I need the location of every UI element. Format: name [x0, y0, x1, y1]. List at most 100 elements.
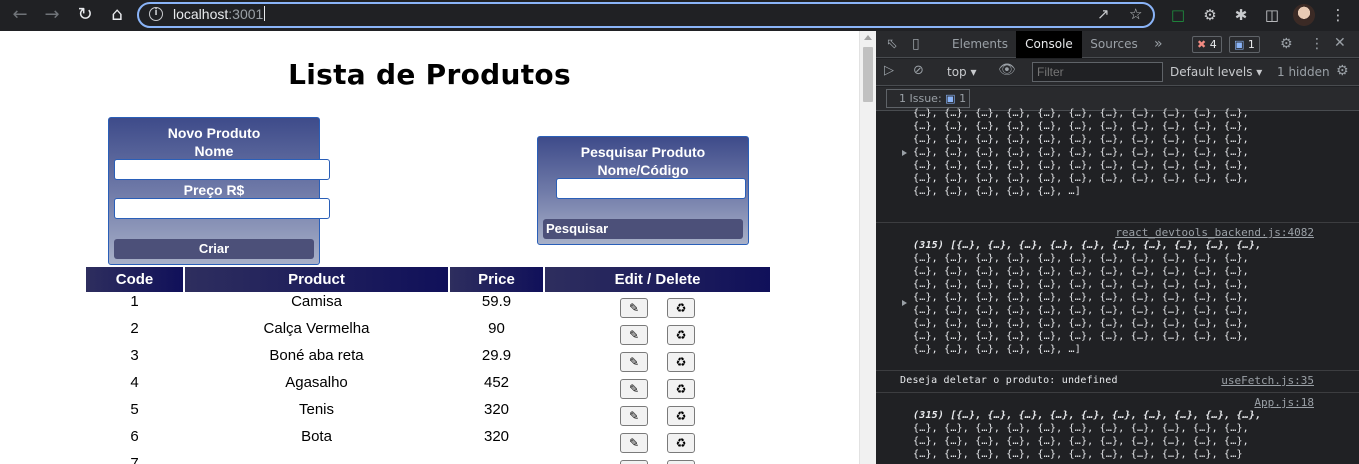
table-row: 3 Boné aba reta 29.9 ✎ ♻: [86, 347, 770, 374]
context-selector[interactable]: top ▾: [947, 65, 977, 79]
profile-avatar[interactable]: [1293, 4, 1315, 26]
cell-price: 29.9: [481, 347, 512, 364]
cell-code: 2: [130, 320, 139, 337]
edit-icon[interactable]: ✎: [620, 406, 648, 426]
browser-toolbar: ← → ↻ ⌂ i localhost:3001 ↗ ☆ □ ⚙ ✱ ◫ ⋮: [0, 0, 1359, 31]
scroll-up-arrow-icon[interactable]: [864, 35, 872, 40]
console-log-entry: react_devtools_backend.js:4082 (315) [{……: [876, 222, 1359, 370]
name-input[interactable]: [114, 159, 330, 180]
log-line: {…}, {…}, {…}, {…}, {…}, {…}, {…}, {…}, …: [913, 160, 1249, 171]
bookmark-star-icon[interactable]: ☆: [1129, 5, 1142, 23]
error-icon: ✖: [1197, 38, 1207, 51]
extensions-puzzle-icon[interactable]: ✱: [1230, 4, 1252, 26]
price-input[interactable]: [114, 198, 330, 219]
search-input[interactable]: [556, 178, 746, 199]
recycle-icon[interactable]: ♻: [667, 379, 695, 399]
recycle-icon[interactable]: ♻: [667, 460, 695, 464]
hidden-count: 1 hidden: [1277, 65, 1330, 79]
create-button[interactable]: Criar: [114, 239, 314, 259]
more-tabs-chevron-icon[interactable]: »: [1154, 36, 1163, 52]
tab-elements[interactable]: Elements: [946, 31, 1014, 58]
price-label: Preço R$: [183, 182, 245, 198]
table-row: 7 ✎ ♻: [86, 455, 770, 464]
log-line: {…}, {…}, {…}, {…}, {…}, {…}, {…}, {…}, …: [913, 279, 1249, 290]
console-settings-gear-icon[interactable]: ⚙: [1336, 63, 1349, 79]
home-icon[interactable]: ⌂: [105, 3, 129, 27]
log-line: {…}, {…}, {…}, {…}, {…}, {…}, {…}, {…}, …: [913, 331, 1249, 342]
settings-gear-icon[interactable]: ⚙: [1280, 36, 1293, 52]
search-button[interactable]: Pesquisar: [543, 219, 743, 239]
log-line: {…}, {…}, {…}, {…}, {…}, {…}, {…}, {…}, …: [913, 292, 1249, 303]
log-line: {…}, {…}, {…}, {…}, {…}, {…}, {…}, {…}, …: [913, 253, 1249, 264]
cell-product: Agasalho: [285, 374, 348, 391]
cell-product: [185, 455, 448, 464]
sidebar-toggle-icon[interactable]: ▷: [884, 63, 894, 78]
page-scrollbar[interactable]: [859, 31, 876, 464]
cell-price: 90: [488, 320, 505, 337]
tab-sources[interactable]: Sources: [1084, 31, 1144, 58]
issues-button[interactable]: 1 Issue: ▣ 1: [886, 89, 970, 108]
url-text[interactable]: localhost:3001: [173, 6, 266, 22]
edit-icon[interactable]: ✎: [620, 325, 648, 345]
edit-icon[interactable]: ✎: [620, 379, 648, 399]
issues-count: 1: [959, 92, 967, 105]
cell-code: 1: [130, 293, 139, 310]
recycle-icon[interactable]: ♻: [667, 298, 695, 318]
recycle-icon[interactable]: ♻: [667, 406, 695, 426]
log-line: {…}, {…}, {…}, {…}, {…}, {…}, {…}, {…}, …: [913, 436, 1249, 447]
log-line: {…}, {…}, {…}, {…}, {…}, {…}, {…}, {…}, …: [913, 147, 1249, 158]
tab-console[interactable]: Console: [1016, 31, 1082, 58]
header-edit-delete: Edit / Delete: [545, 267, 770, 292]
log-line: {…}, {…}, {…}, {…}, {…}, …]: [913, 344, 1081, 355]
edit-icon[interactable]: ✎: [620, 298, 648, 318]
table-row: 2 Calça Vermelha 90 ✎ ♻: [86, 320, 770, 347]
site-info-icon[interactable]: i: [149, 7, 163, 21]
log-line: (315) [{…}, {…}, {…}, {…}, {…}, {…}, {…}…: [913, 410, 1262, 421]
recycle-icon[interactable]: ♻: [667, 325, 695, 345]
address-bar[interactable]: i localhost:3001 ↗ ☆: [137, 2, 1155, 28]
log-line: {…}, {…}, {…}, {…}, {…}, {…}, {…}, {…}, …: [913, 173, 1249, 184]
expand-arrow-icon[interactable]: [902, 150, 907, 156]
console-log-entry: App.js:18 (315) [{…}, {…}, {…}, {…}, {…}…: [876, 392, 1359, 464]
close-icon[interactable]: ✕: [1334, 35, 1346, 51]
console-log-entry: Deseja deletar o produto: undefined useF…: [876, 370, 1359, 392]
log-line: (315) [{…}, {…}, {…}, {…}, {…}, {…}, {…}…: [913, 240, 1262, 251]
more-menu-icon[interactable]: ⋮: [1327, 4, 1349, 26]
error-count-badge[interactable]: ✖ 4: [1192, 36, 1222, 53]
log-source-link[interactable]: react_devtools_backend.js:4082: [1115, 226, 1314, 239]
expand-arrow-icon[interactable]: [902, 300, 907, 306]
issue-message-icon: ▣: [945, 92, 956, 105]
back-arrow-icon[interactable]: ←: [8, 3, 32, 27]
edit-icon[interactable]: ✎: [620, 460, 648, 464]
side-panel-icon[interactable]: ◫: [1261, 4, 1283, 26]
reload-icon[interactable]: ↻: [73, 3, 97, 27]
cell-price: 452: [483, 374, 510, 391]
log-source-link[interactable]: useFetch.js:35: [1221, 374, 1314, 387]
issues-label: 1 Issue:: [899, 92, 942, 105]
cell-product: Boné aba reta: [269, 347, 364, 364]
url-port: :3001: [228, 6, 264, 22]
table-row: 4 Agasalho 452 ✎ ♻: [86, 374, 770, 401]
forward-arrow-icon[interactable]: →: [40, 3, 64, 27]
clear-console-icon[interactable]: ⊘: [913, 63, 924, 78]
eye-icon[interactable]: 👁: [998, 62, 1016, 78]
edit-icon[interactable]: ✎: [620, 433, 648, 453]
extension-green-icon[interactable]: □: [1167, 4, 1189, 26]
context-label: top: [947, 65, 967, 79]
scroll-thumb[interactable]: [863, 47, 873, 102]
log-line: {…}, {…}, {…}, {…}, {…}, {…}, {…}, {…}, …: [913, 305, 1249, 316]
device-toolbar-icon[interactable]: ▯: [912, 36, 920, 52]
extension-gear-icon[interactable]: ⚙: [1199, 4, 1221, 26]
log-levels-dropdown[interactable]: Default levels ▾: [1170, 65, 1262, 79]
devtools-menu-icon[interactable]: ⋮: [1310, 36, 1324, 52]
recycle-icon[interactable]: ♻: [667, 352, 695, 372]
message-count-badge[interactable]: ▣ 1: [1229, 36, 1260, 53]
devtools-tab-bar: ⬁ ▯ Elements Console Sources » ✖ 4 ▣ 1 ⚙…: [876, 31, 1359, 58]
inspect-element-icon[interactable]: ⬁: [886, 36, 898, 52]
levels-label: Default levels: [1170, 65, 1253, 79]
log-source-link[interactable]: App.js:18: [1254, 396, 1314, 409]
share-icon[interactable]: ↗: [1097, 5, 1110, 23]
recycle-icon[interactable]: ♻: [667, 433, 695, 453]
filter-input[interactable]: [1032, 62, 1163, 82]
edit-icon[interactable]: ✎: [620, 352, 648, 372]
